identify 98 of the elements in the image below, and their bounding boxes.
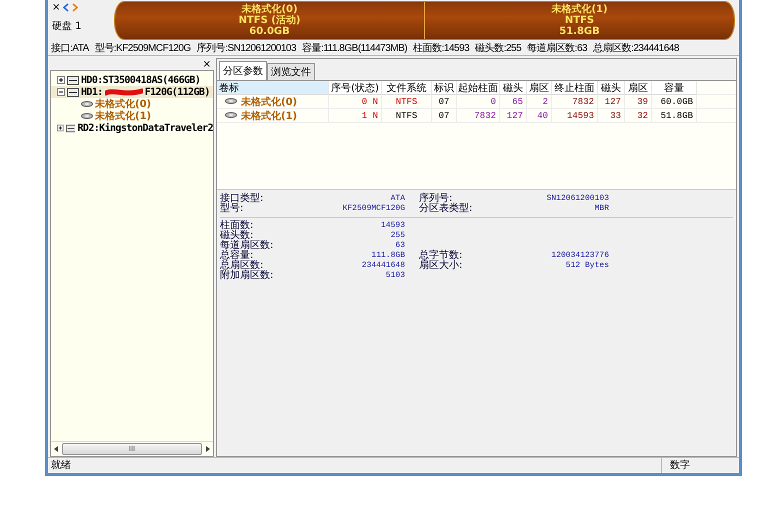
table-cell: 7832 (552, 95, 598, 109)
detail-label: 磁头数: (220, 231, 254, 241)
detail-value: SN12061200103 (546, 194, 609, 204)
disk-info-text: 磁头数:255 (475, 42, 522, 54)
table-cell: 7832 (457, 109, 500, 123)
table-cell: 40 (527, 109, 552, 123)
tab[interactable]: 分区参数 (219, 61, 267, 80)
table-cell: 0 N (329, 95, 382, 109)
column-header[interactable]: 磁头 (500, 81, 527, 95)
disk-icon (81, 100, 93, 108)
detail-value: 14593 (380, 221, 405, 231)
partition-filesystem: NTFS (564, 15, 594, 26)
column-header[interactable]: 标识 (432, 81, 457, 95)
table-cell: 32 (625, 109, 652, 123)
numlock-indicator: 数字 (661, 458, 725, 473)
detail-label: 扇区大小: (419, 261, 464, 271)
expand-icon[interactable] (57, 76, 65, 84)
column-header[interactable]: 卷标 (217, 81, 329, 95)
detail-value: ATA (390, 194, 405, 204)
scroll-left-icon[interactable] (54, 446, 58, 452)
back-icon[interactable] (63, 3, 70, 12)
scroll-right-icon[interactable] (206, 446, 210, 452)
table-cell-text: 未格式化(1) (241, 110, 298, 122)
disk-info-text: 接口:ATA (51, 42, 89, 54)
disk-info-text: 序列号:SN12061200103 (196, 42, 296, 54)
disk-label: 硬盘 1 (52, 20, 83, 33)
tree-item[interactable]: 未格式化(1) (95, 109, 152, 123)
redaction-scribble (104, 88, 143, 96)
detail-label: 每道扇区数: (220, 241, 274, 251)
close-button[interactable]: × (52, 2, 60, 13)
detail-value: 234441648 (360, 261, 405, 271)
detail-label: 总容量: (220, 251, 254, 261)
disk-icon (225, 98, 237, 105)
tree-item[interactable]: RD2:KingstonDataTraveler2 (77, 122, 213, 134)
partition-block[interactable]: 未格式化(1) NTFS 51.8GB (424, 2, 734, 39)
column-header[interactable]: 扇区 (625, 81, 652, 95)
partition-filesystem: NTFS (活动) (238, 15, 300, 26)
disk-info-text: 型号:KF2509MCF120G (94, 42, 191, 54)
expand-icon[interactable] (57, 124, 64, 132)
tree-item[interactable]: F120G(112GB) (144, 86, 210, 98)
detail-value: 512 Bytes (564, 261, 609, 271)
column-header[interactable]: 序号(状态) (329, 81, 382, 95)
forward-icon[interactable] (72, 3, 78, 12)
detail-label: 型号: (220, 204, 244, 214)
table-cell: 07 (432, 95, 457, 109)
column-header[interactable]: 文件系统 (382, 81, 432, 95)
table-cell: 127 (598, 95, 625, 109)
close-button[interactable]: × (202, 58, 211, 70)
detail-label: 总扇区数: (220, 261, 264, 271)
disk-info-text: 每道扇区数:63 (527, 42, 588, 54)
column-header[interactable]: 容量 (652, 81, 697, 95)
partition-size: 51.8GB (559, 26, 600, 37)
detail-label: 接口类型: (220, 194, 264, 204)
table-cell: 39 (625, 95, 652, 109)
disk-icon (81, 112, 93, 120)
collapse-icon[interactable] (57, 88, 65, 96)
detail-value: 111.8GB (370, 251, 405, 261)
partition-name: 未格式化(1) (551, 4, 608, 15)
tree-item[interactable]: HD0:ST3500418AS(466GB) (81, 74, 200, 86)
detail-value: 63 (394, 241, 405, 251)
table-cell: NTFS (382, 109, 432, 123)
table-cell: 65 (500, 95, 527, 109)
detail-label: 附加扇区数: (220, 271, 274, 281)
tree-item[interactable]: 未格式化(0) (95, 97, 152, 111)
partition-size: 60.0GB (249, 26, 290, 37)
detail-label: 总字节数: (419, 251, 464, 261)
detail-value: 255 (390, 231, 405, 241)
table-cell: 14593 (552, 109, 598, 123)
status-text: 就绪 (50, 458, 72, 473)
detail-value: 120034123776 (550, 251, 609, 261)
table-cell: 2 (527, 95, 552, 109)
disk-icon (225, 112, 237, 119)
detail-label: 柱面数: (220, 221, 254, 231)
detail-label: 分区表类型: (419, 204, 474, 214)
disk-info-text: 容量:111.8GB(114473MB) (302, 42, 408, 54)
column-header[interactable]: 扇区 (527, 81, 552, 95)
detail-value: MBR (594, 204, 609, 214)
tree-item[interactable]: HD1: (81, 86, 103, 98)
column-header[interactable]: 起始柱面 (457, 81, 500, 95)
partition-name: 未格式化(0) (241, 4, 298, 15)
column-header[interactable]: 终止柱面 (552, 81, 598, 95)
disk-info-text: 总扇区数:234441648 (593, 42, 679, 54)
table-cell: 1 N (329, 109, 382, 123)
table-cell: 51.8GB (652, 109, 697, 123)
detail-value: 5103 (384, 271, 405, 281)
table-cell: 0 (457, 95, 500, 109)
table-cell-text: 未格式化(0) (241, 96, 298, 108)
table-cell: 60.0GB (652, 95, 697, 109)
column-header[interactable]: 磁头 (598, 81, 625, 95)
detail-label: 序列号: (419, 194, 452, 204)
detail-value: KF2509MCF120G (342, 204, 405, 214)
table-cell: 33 (598, 109, 625, 123)
disk-info-text: 柱面数:14593 (413, 42, 470, 54)
tab[interactable]: 浏览文件 (267, 63, 315, 80)
table-cell: 07 (432, 109, 457, 123)
partition-block[interactable]: 未格式化(0) NTFS (活动) 60.0GB (115, 2, 424, 39)
table-cell: 127 (500, 109, 527, 123)
table-cell: NTFS (382, 95, 432, 109)
